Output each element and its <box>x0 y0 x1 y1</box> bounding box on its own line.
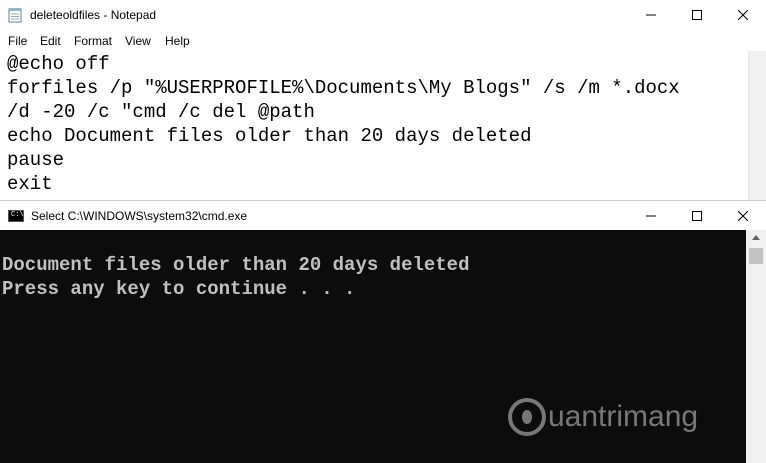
menu-format[interactable]: Format <box>74 34 112 48</box>
code-line: /d -20 /c "cmd /c del @path <box>7 101 315 123</box>
code-line: echo Document files older than 20 days d… <box>7 125 532 147</box>
close-icon <box>738 10 748 20</box>
console-line: Press any key to continue . . . <box>2 278 356 300</box>
minimize-icon <box>646 215 656 217</box>
notepad-maximize-button[interactable] <box>674 0 720 30</box>
light-bulb-q-icon <box>508 398 546 436</box>
cmd-scrollbar[interactable] <box>746 230 766 463</box>
cmd-close-button[interactable] <box>720 201 766 231</box>
close-icon <box>738 211 748 221</box>
cmd-icon: C:\ <box>8 210 24 222</box>
cmd-title: Select C:\WINDOWS\system32\cmd.exe <box>31 209 248 223</box>
notepad-title-bar[interactable]: deleteoldfiles - Notepad <box>0 0 766 30</box>
console-line: Document files older than 20 days delete… <box>2 254 470 276</box>
scrollbar-thumb[interactable] <box>749 248 763 264</box>
menu-view[interactable]: View <box>125 34 151 48</box>
notepad-text-area[interactable]: @echo off forfiles /p "%USERPROFILE%\Doc… <box>0 51 748 200</box>
notepad-close-button[interactable] <box>720 0 766 30</box>
cmd-maximize-button[interactable] <box>674 201 720 231</box>
notepad-scrollbar[interactable] <box>748 51 766 200</box>
maximize-icon <box>692 10 702 20</box>
notepad-title: deleteoldfiles - Notepad <box>30 8 157 22</box>
code-line: pause <box>7 149 65 171</box>
scroll-up-arrow-icon[interactable] <box>752 235 760 240</box>
code-line: forfiles /p "%USERPROFILE%\Documents\My … <box>7 77 680 99</box>
cmd-minimize-button[interactable] <box>628 201 674 231</box>
notepad-window: deleteoldfiles - Notepad File Edit Forma… <box>0 0 766 200</box>
menu-help[interactable]: Help <box>165 34 190 48</box>
menu-file[interactable]: File <box>8 34 27 48</box>
code-line: @echo off <box>7 53 110 75</box>
cmd-icon-label: C:\ <box>11 211 24 219</box>
watermark-text: uantrimang <box>548 400 699 433</box>
maximize-icon <box>692 211 702 221</box>
notepad-icon <box>8 8 22 23</box>
notepad-minimize-button[interactable] <box>628 0 674 30</box>
code-line: exit <box>7 173 53 195</box>
menu-edit[interactable]: Edit <box>40 34 61 48</box>
notepad-menu-bar: File Edit Format View Help <box>0 32 766 50</box>
cmd-title-bar[interactable]: C:\ Select C:\WINDOWS\system32\cmd.exe <box>0 200 766 231</box>
watermark: uantrimang <box>508 398 698 436</box>
minimize-icon <box>646 14 656 16</box>
